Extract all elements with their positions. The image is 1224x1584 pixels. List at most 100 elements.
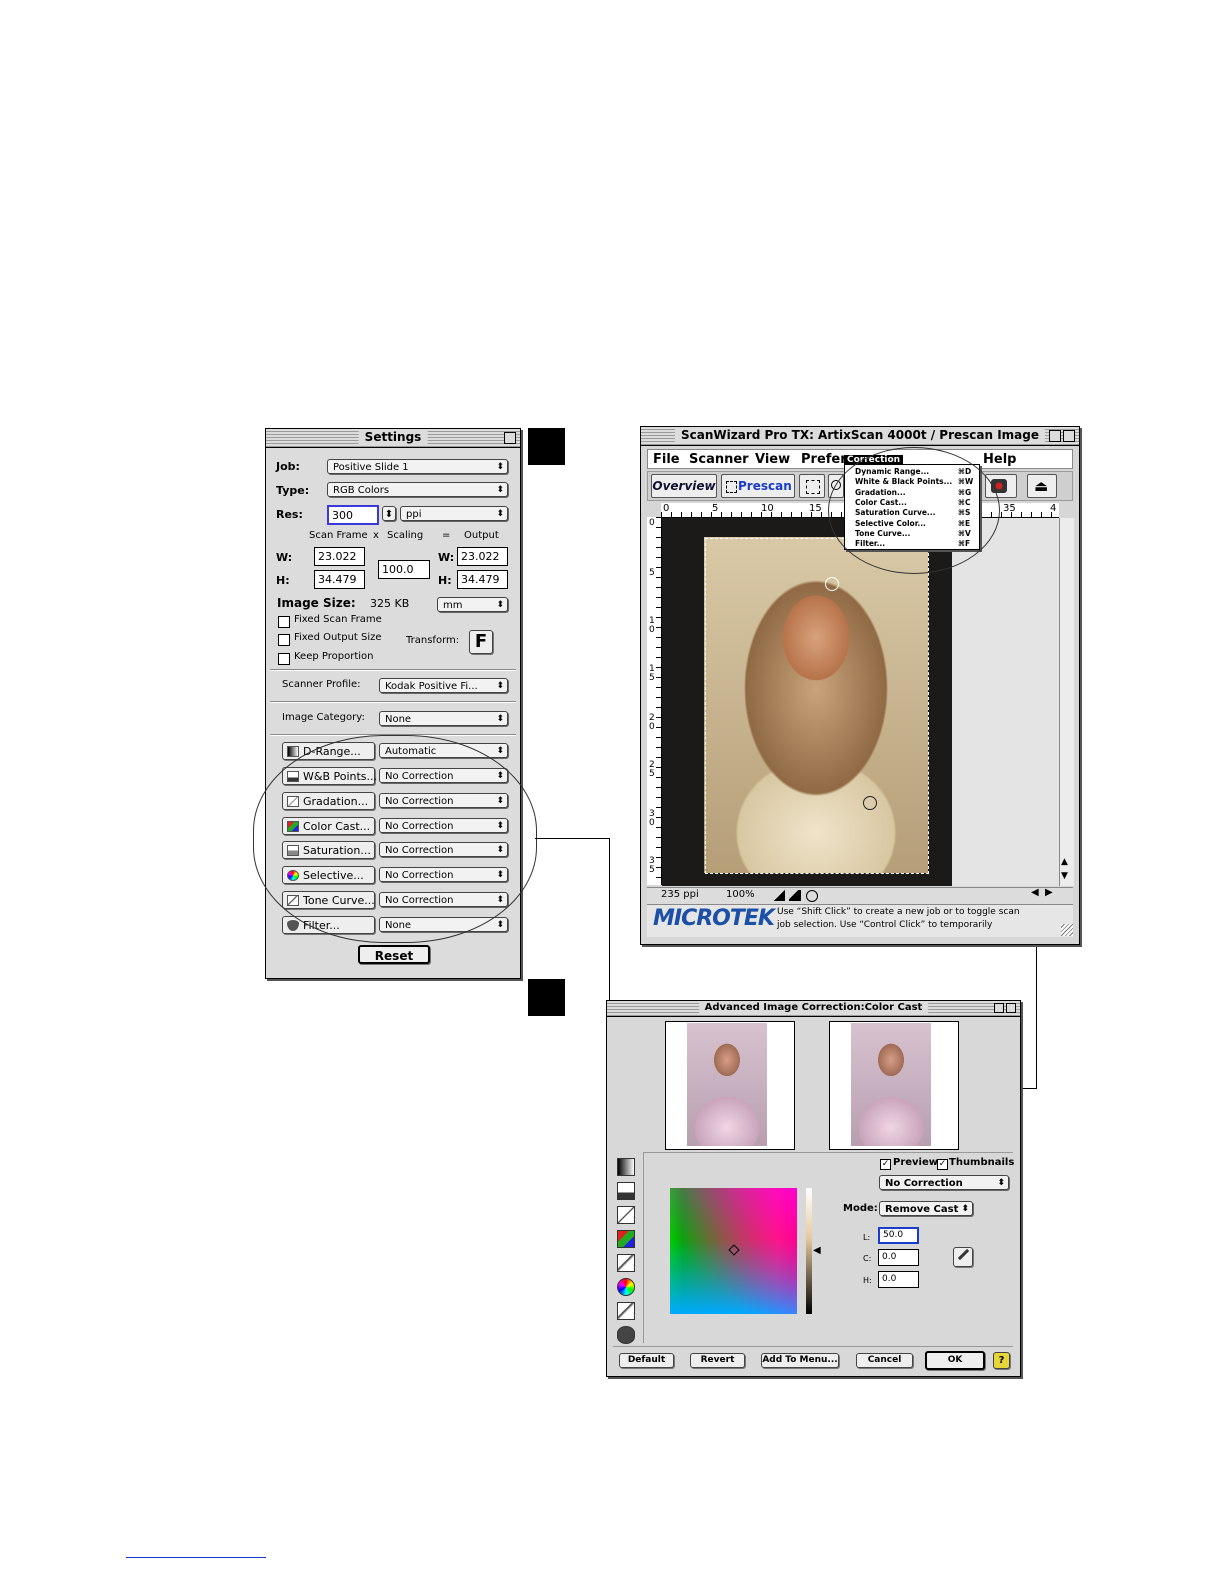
frame-icon	[726, 481, 737, 493]
histogram-icon[interactable]	[773, 890, 785, 901]
preset-select[interactable]: No Correction ⬍	[879, 1175, 1009, 1190]
ok-button[interactable]: OK	[925, 1351, 985, 1370]
scanwizard-titlebar[interactable]: ScanWizard Pro TX: ArtixScan 4000t / Pre…	[641, 427, 1079, 446]
gradation-tool-icon[interactable]	[617, 1206, 635, 1224]
updown-arrow-icon: ⬍	[496, 600, 504, 610]
image-category-select[interactable]: None ⬍	[379, 711, 508, 726]
settings-titlebar[interactable]: Settings	[266, 429, 520, 448]
drange-tool-icon[interactable]	[617, 1158, 635, 1176]
ruler-v-label: 35	[649, 856, 655, 875]
help-text-line-2: job selection. Use “Control Click” to te…	[777, 920, 993, 930]
ruler-v-label: 5	[649, 568, 655, 578]
default-button[interactable]: Default	[619, 1353, 674, 1368]
drange-icon	[287, 746, 299, 757]
filter-tool-icon[interactable]	[617, 1326, 635, 1344]
transform-f-icon[interactable]: F	[469, 630, 493, 654]
prescan-button[interactable]: Prescan	[721, 474, 795, 498]
color-cast-titlebar[interactable]: Advanced Image Correction:Color Cast	[607, 1001, 1020, 1017]
resize-grip-icon[interactable]	[1061, 924, 1073, 936]
unit-select[interactable]: mm ⬍	[437, 597, 508, 612]
menu-file[interactable]: File	[653, 452, 680, 467]
h-field[interactable]: 0.0	[878, 1271, 919, 1288]
overview-button[interactable]: Overview	[651, 474, 717, 498]
vertical-scrollbar[interactable]	[1059, 518, 1074, 886]
status-bar	[647, 887, 1073, 904]
help-icon[interactable]: ?	[993, 1352, 1010, 1369]
c-field[interactable]: 0.0	[878, 1249, 919, 1266]
fixed-output-size-checkbox[interactable]	[278, 634, 290, 646]
collapse-box-icon[interactable]	[504, 432, 516, 444]
l-field[interactable]: 50.0	[878, 1227, 919, 1244]
scan-height-field[interactable]: 34.479	[314, 570, 365, 589]
selective-tool-icon[interactable]	[617, 1278, 635, 1296]
crosshair-icon[interactable]	[825, 577, 839, 591]
job-label: Job:	[276, 460, 300, 473]
menu-preferences[interactable]: Prefer	[801, 452, 847, 467]
thumbnails-checkbox[interactable]: ✓	[937, 1159, 948, 1170]
mode-select[interactable]: Remove Cast ⬍	[879, 1201, 973, 1216]
zoom-box-icon[interactable]	[994, 1003, 1004, 1013]
type-label: Type:	[276, 484, 310, 497]
scroll-right-icon[interactable]: ▶	[1045, 887, 1053, 898]
callout-line	[1020, 1088, 1037, 1089]
output-height-field[interactable]: 34.479	[457, 570, 508, 589]
cancel-button[interactable]: Cancel	[856, 1353, 913, 1368]
revert-button[interactable]: Revert	[690, 1353, 745, 1368]
menu-view[interactable]: View	[755, 452, 790, 467]
ruler-h-label: 35	[1003, 503, 1016, 514]
lightness-slider[interactable]	[806, 1188, 812, 1314]
job-select[interactable]: Positive Slide 1 ⬍	[327, 459, 508, 474]
scroll-left-icon[interactable]: ◀	[1031, 887, 1039, 898]
density-icon[interactable]	[789, 890, 801, 901]
menu-scanner[interactable]: Scanner	[689, 452, 749, 467]
output-width-field[interactable]: 23.022	[457, 547, 508, 566]
collapse-box-icon[interactable]	[1063, 430, 1075, 442]
scanner-profile-select[interactable]: Kodak Positive Fi... ⬍	[379, 678, 508, 693]
equals-header: =	[442, 530, 451, 541]
updown-arrow-icon: ⬍	[496, 714, 504, 724]
crosshair-icon[interactable]	[863, 796, 877, 810]
zoom-box-icon[interactable]	[1049, 430, 1061, 442]
color-cast-tool-icon[interactable]	[617, 1230, 635, 1248]
target-icon[interactable]	[806, 890, 818, 902]
fixed-scan-frame-checkbox[interactable]	[278, 616, 290, 628]
fixed-output-size-label: Fixed Output Size	[294, 632, 382, 643]
eject-button[interactable]: ⏏	[1027, 474, 1057, 498]
keep-proportion-label: Keep Proportion	[294, 651, 374, 662]
res-stepper[interactable]: ⬍	[382, 506, 396, 521]
scan-width-field[interactable]: 23.022	[314, 547, 365, 566]
ruler-h-label: 10	[761, 503, 774, 514]
h-label: H:	[863, 1276, 872, 1285]
eyedropper-button[interactable]	[953, 1247, 973, 1267]
ruler-h-label: 5	[712, 503, 719, 514]
collapse-box-icon[interactable]	[1006, 1003, 1016, 1013]
status-zoom: 100%	[726, 889, 755, 900]
scan-frame-selection[interactable]	[705, 538, 929, 874]
type-select[interactable]: RGB Colors ⬍	[327, 482, 508, 497]
scroll-up-icon[interactable]: ▲	[1061, 857, 1068, 867]
color-cast-title: Advanced Image Correction:Color Cast	[698, 1002, 929, 1013]
saturation-tool-icon[interactable]	[617, 1254, 635, 1272]
transform-label: Transform:	[406, 635, 460, 646]
updown-arrow-icon: ⬍	[496, 462, 504, 472]
image-category-label: Image Category:	[282, 712, 365, 723]
color-cast-dialog: Advanced Image Correction:Color Cast ✓ P…	[606, 1000, 1021, 1377]
updown-arrow-icon: ⬍	[496, 681, 504, 691]
reset-button[interactable]: Reset	[358, 945, 430, 964]
select-frame-tool[interactable]	[799, 474, 825, 498]
res-field[interactable]: 300	[327, 505, 379, 525]
tone-curve-tool-icon[interactable]	[617, 1302, 635, 1320]
res-unit-select[interactable]: ppi ⬍	[400, 506, 508, 521]
scroll-down-icon[interactable]: ▼	[1061, 871, 1068, 881]
scaling-header: Scaling	[387, 530, 424, 541]
keep-proportion-checkbox[interactable]	[278, 653, 290, 665]
scaling-field[interactable]: 100.0	[378, 560, 430, 579]
settings-title: Settings	[358, 430, 428, 444]
menu-help[interactable]: Help	[983, 452, 1016, 467]
image-size-label: Image Size:	[277, 596, 356, 610]
wb-points-tool-icon[interactable]	[617, 1182, 635, 1200]
add-to-menu-button[interactable]: Add To Menu...	[761, 1353, 839, 1368]
lightness-pointer-icon[interactable]: ◀	[813, 1245, 821, 1256]
preview-checkbox[interactable]: ✓	[880, 1159, 891, 1170]
updown-arrow-icon: ⬍	[496, 485, 504, 495]
